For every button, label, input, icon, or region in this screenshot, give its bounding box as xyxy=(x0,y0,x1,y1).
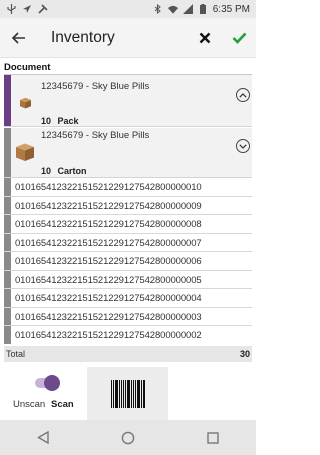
bottom-controls: Unscan Scan xyxy=(0,362,256,420)
item-color-bar xyxy=(4,75,11,126)
row-marker xyxy=(4,270,11,288)
item-quantity: 10 Carton xyxy=(41,166,87,176)
chevron-up-circle-icon[interactable] xyxy=(236,88,250,102)
back-triangle-icon[interactable] xyxy=(33,428,53,448)
barcode-icon xyxy=(110,379,145,408)
battery-icon xyxy=(198,4,208,14)
row-marker xyxy=(4,178,11,196)
item-row-carton[interactable]: 12345679 - Sky Blue Pills 10 Carton xyxy=(4,128,252,178)
unscan-label: Unscan xyxy=(13,399,46,410)
row-marker xyxy=(4,215,11,233)
serial-row[interactable]: 010165412322151521229127542800000002 xyxy=(4,326,252,344)
total-value: 30 xyxy=(239,349,250,359)
item-row-pack[interactable]: 12345679 - Sky Blue Pills 10 Pack xyxy=(4,75,252,127)
small-box-icon xyxy=(19,96,32,114)
cancel-button[interactable] xyxy=(188,18,222,58)
quantity-value: 10 xyxy=(41,116,52,126)
recents-square-icon[interactable] xyxy=(203,428,223,448)
serial-row[interactable]: 010165412322151521229127542800000008 xyxy=(4,215,252,234)
large-box-icon xyxy=(15,142,35,167)
scan-mode-switch[interactable] xyxy=(33,375,60,391)
back-button[interactable] xyxy=(0,18,38,58)
serial-list[interactable]: 010165412322151521229127542800000010 010… xyxy=(4,178,252,344)
section-label: Document xyxy=(4,62,51,73)
home-circle-icon[interactable] xyxy=(118,428,138,448)
serial-row[interactable]: 010165412322151521229127542800000003 xyxy=(4,307,252,326)
item-label: 12345679 - Sky Blue Pills xyxy=(41,130,150,141)
serial-number: 010165412322151521229127542800000004 xyxy=(15,293,202,304)
row-marker xyxy=(4,289,11,307)
check-icon xyxy=(232,32,246,44)
app-bar: Inventory xyxy=(0,18,256,58)
confirm-button[interactable] xyxy=(222,18,256,58)
quantity-unit: Pack xyxy=(57,116,79,126)
scan-label: Scan xyxy=(51,399,74,410)
row-marker xyxy=(4,196,11,214)
scan-barcode-button[interactable] xyxy=(87,367,168,420)
serial-number: 010165412322151521229127542800000009 xyxy=(15,200,202,212)
serial-number: 010165412322151521229127542800000008 xyxy=(15,219,202,230)
tools-icon xyxy=(38,4,48,14)
switch-thumb xyxy=(44,375,60,391)
serial-row[interactable]: 010165412322151521229127542800000004 xyxy=(4,289,252,308)
quantity-unit: Carton xyxy=(57,166,87,176)
row-marker xyxy=(4,233,11,251)
serial-number: 010165412322151521229127542800000003 xyxy=(15,311,202,323)
serial-number: 010165412322151521229127542800000007 xyxy=(15,237,202,249)
serial-row[interactable]: 010165412322151521229127542800000005 xyxy=(4,270,252,289)
page-title: Inventory xyxy=(51,28,115,46)
bluetooth-icon xyxy=(153,4,163,14)
serial-row[interactable]: 010165412322151521229127542800000006 xyxy=(4,252,252,271)
wifi-icon xyxy=(167,4,178,14)
total-row: Total 30 xyxy=(4,346,252,362)
status-time: 6:35 PM xyxy=(212,3,250,15)
serial-row[interactable]: 010165412322151521229127542800000009 xyxy=(4,196,252,215)
row-marker xyxy=(4,252,11,270)
status-bar: 6:35 PM xyxy=(0,0,256,18)
row-marker xyxy=(4,326,11,344)
serial-number: 010165412322151521229127542800000005 xyxy=(15,274,202,286)
serial-number: 010165412322151521229127542800000006 xyxy=(15,256,202,267)
location-icon xyxy=(22,4,32,14)
quantity-value: 10 xyxy=(41,166,52,176)
item-quantity: 10 Pack xyxy=(41,116,79,126)
signal-icon xyxy=(182,4,193,14)
serial-row[interactable]: 010165412322151521229127542800000010 xyxy=(4,178,252,197)
arrow-left-icon xyxy=(12,31,25,44)
total-label: Total xyxy=(6,349,26,359)
system-nav-bar xyxy=(0,420,256,455)
serial-number: 010165412322151521229127542800000002 xyxy=(15,330,202,341)
close-icon xyxy=(199,32,211,43)
serial-row[interactable]: 010165412322151521229127542800000007 xyxy=(4,233,252,252)
usb-icon xyxy=(6,4,16,14)
item-label: 12345679 - Sky Blue Pills xyxy=(41,81,150,92)
chevron-down-circle-icon[interactable] xyxy=(236,139,250,153)
serial-number: 010165412322151521229127542800000010 xyxy=(15,182,202,193)
item-color-bar xyxy=(4,128,11,177)
row-marker xyxy=(4,307,11,325)
